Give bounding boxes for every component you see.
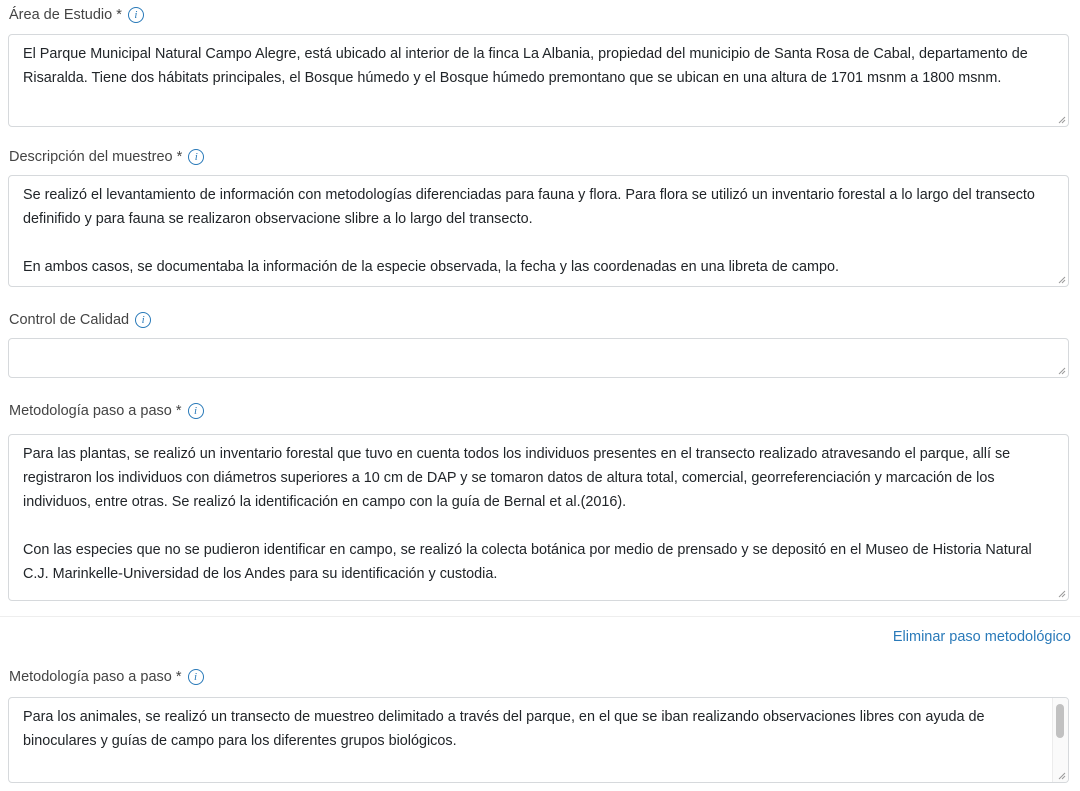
method1-label: Metodología paso a paso * i <box>9 403 204 419</box>
info-icon[interactable]: i <box>135 312 152 328</box>
method2-label: Metodología paso a paso * i <box>9 669 204 685</box>
area-text-p1: El Parque Municipal Natural Campo Alegre… <box>23 46 1028 86</box>
sampling-label-text: Descripción del muestreo * <box>9 149 183 165</box>
sampling-text-p2: En ambos casos, se documentaba la inform… <box>23 259 839 275</box>
sampling-textarea[interactable]: Se realizó el levantamiento de informaci… <box>8 175 1069 287</box>
sampling-text-p1: Se realizó el levantamiento de informaci… <box>23 187 1035 227</box>
method2-text-p1: Para los animales, se realizó un transec… <box>23 709 985 749</box>
sampling-label: Descripción del muestreo * i <box>9 149 205 165</box>
info-icon[interactable]: i <box>187 403 204 419</box>
info-icon[interactable]: i <box>188 149 205 165</box>
area-textarea[interactable]: El Parque Municipal Natural Campo Alegre… <box>8 34 1069 127</box>
resize-handle-icon[interactable] <box>1058 367 1066 375</box>
section-divider <box>0 616 1080 617</box>
remove-step-link[interactable]: Eliminar paso metodológico <box>893 629 1071 645</box>
area-label: Área de Estudio * i <box>9 7 144 23</box>
resize-handle-icon[interactable] <box>1058 116 1066 124</box>
quality-label-text: Control de Calidad <box>9 312 130 328</box>
textarea-scrollbar[interactable] <box>1052 698 1068 782</box>
info-icon[interactable]: i <box>187 669 204 685</box>
resize-handle-icon[interactable] <box>1058 590 1066 598</box>
method1-textarea[interactable]: Para las plantas, se realizó un inventar… <box>8 434 1069 601</box>
method2-textarea[interactable]: Para los animales, se realizó un transec… <box>8 697 1069 783</box>
area-label-text: Área de Estudio * <box>9 7 122 23</box>
info-icon[interactable]: i <box>127 7 144 23</box>
method1-label-text: Metodología paso a paso * <box>9 403 182 419</box>
quality-textarea[interactable] <box>8 338 1069 378</box>
method2-label-text: Metodología paso a paso * <box>9 669 182 685</box>
method1-text-p1: Para las plantas, se realizó un inventar… <box>23 446 1011 510</box>
scrollbar-thumb[interactable] <box>1056 704 1064 738</box>
method1-text-p2: Con las especies que no se pudieron iden… <box>23 542 1032 582</box>
resize-handle-icon[interactable] <box>1058 276 1066 284</box>
resize-handle-icon[interactable] <box>1058 772 1066 780</box>
quality-label: Control de Calidad i <box>9 312 152 328</box>
